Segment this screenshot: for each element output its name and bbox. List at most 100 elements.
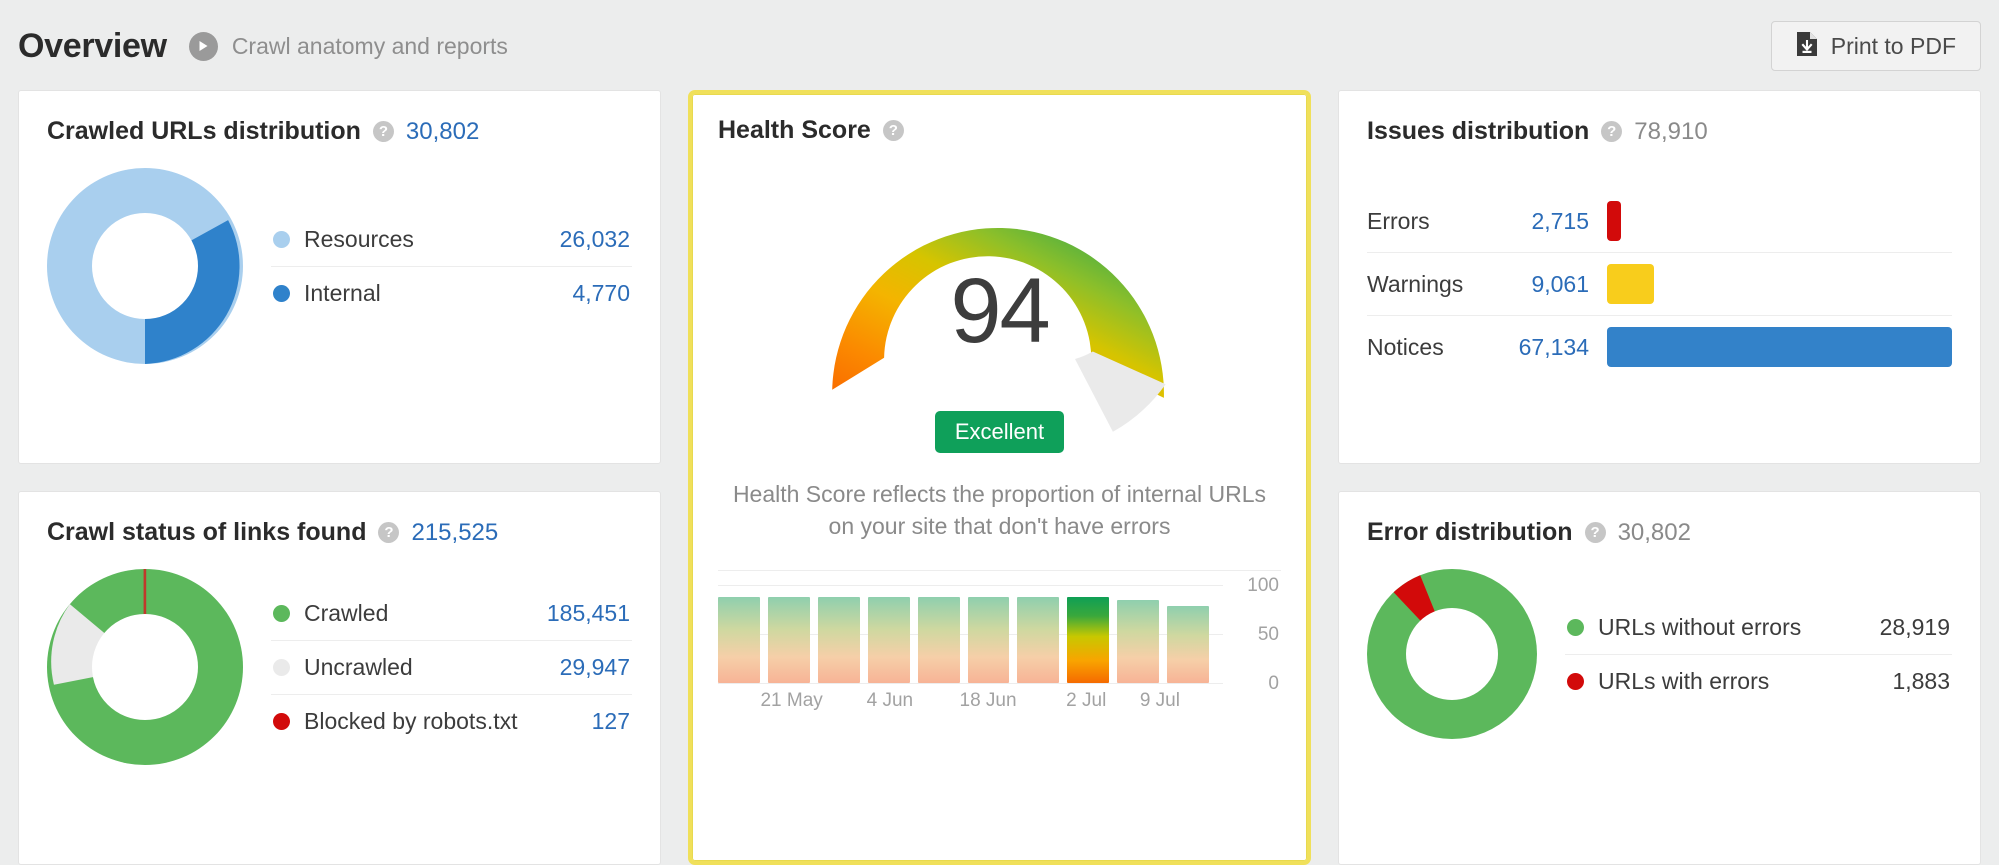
card-error-distribution: Error distribution ? 30,802 URLs wi <box>1338 491 1981 865</box>
legend-item[interactable]: Crawled 185,451 <box>271 587 632 641</box>
print-to-pdf-button[interactable]: Print to PDF <box>1771 21 1981 71</box>
legend-label: Resources <box>304 226 414 253</box>
issue-bar-track <box>1607 264 1952 304</box>
card-header: Health Score ? <box>718 116 1281 145</box>
spark-bar[interactable] <box>718 597 760 683</box>
issue-bar-track <box>1607 327 1952 367</box>
page-header: Overview Crawl anatomy and reports Print… <box>0 0 1999 92</box>
y-tick-50: 50 <box>1258 624 1279 646</box>
spark-bar[interactable] <box>868 597 910 683</box>
issue-value[interactable]: 67,134 <box>1487 334 1607 361</box>
legend-item[interactable]: Internal 4,770 <box>271 267 632 320</box>
play-circle-icon[interactable] <box>189 32 218 61</box>
issue-label: Errors <box>1367 208 1487 235</box>
card-total-value[interactable]: 30,802 <box>406 118 479 146</box>
legend-item[interactable]: URLs without errors 28,919 <box>1565 601 1952 655</box>
issue-value[interactable]: 9,061 <box>1487 271 1607 298</box>
spark-bar[interactable] <box>1017 597 1059 683</box>
issue-bar-track <box>1607 201 1952 241</box>
issue-row[interactable]: Notices 67,134 <box>1367 316 1952 378</box>
legend-color-dot <box>1567 673 1584 690</box>
issue-row[interactable]: Errors 2,715 <box>1367 190 1952 253</box>
health-score-body: 94 Excellent Health Score reflects the p… <box>718 151 1281 720</box>
legend-value[interactable]: 26,032 <box>548 226 630 253</box>
issue-label: Notices <box>1367 334 1487 361</box>
spark-bar[interactable] <box>918 597 960 683</box>
crawl-status-donut-chart <box>47 569 243 765</box>
health-score-gauge: 94 <box>785 169 1215 437</box>
legend-value[interactable]: 185,451 <box>535 600 630 627</box>
legend-value[interactable]: 29,947 <box>548 654 630 681</box>
legend-value[interactable]: 127 <box>580 708 630 735</box>
legend-label: Internal <box>304 280 381 307</box>
issue-bar <box>1607 327 1952 367</box>
y-tick-0: 0 <box>1268 673 1279 695</box>
legend-item[interactable]: URLs with errors 1,883 <box>1565 655 1952 708</box>
card-header: Crawled URLs distribution ? 30,802 <box>47 117 632 146</box>
legend-color-dot <box>273 285 290 302</box>
x-tick-label: 4 Jun <box>867 690 913 712</box>
spark-bar[interactable] <box>818 597 860 683</box>
issues-bar-list: Errors 2,715 Warnings 9,061 Notices 67,1… <box>1367 190 1952 378</box>
card-title: Crawled URLs distribution <box>47 117 361 146</box>
spark-bars <box>718 585 1209 683</box>
donut-and-legend: URLs without errors 28,919 URLs with err… <box>1367 569 1952 739</box>
issue-value[interactable]: 2,715 <box>1487 208 1607 235</box>
card-crawl-status-of-links-found: Crawl status of links found ? 215,525 <box>18 491 661 865</box>
card-header: Error distribution ? 30,802 <box>1367 518 1952 547</box>
issue-bar <box>1607 264 1654 304</box>
crawled-urls-donut-chart <box>47 168 243 364</box>
help-icon[interactable]: ? <box>1585 522 1606 543</box>
legend-value: 28,919 <box>1868 614 1950 641</box>
card-total-value[interactable]: 215,525 <box>411 519 498 547</box>
spark-bar-highlighted[interactable] <box>1067 597 1109 683</box>
card-header: Crawl status of links found ? 215,525 <box>47 518 632 547</box>
legend-label: Blocked by robots.txt <box>304 708 518 735</box>
legend-item[interactable]: Uncrawled 29,947 <box>271 641 632 695</box>
help-icon[interactable]: ? <box>883 120 904 141</box>
donut-hole <box>1406 608 1498 700</box>
card-crawled-urls-distribution: Crawled URLs distribution ? 30,802 <box>18 90 661 464</box>
spark-bar[interactable] <box>1117 600 1159 683</box>
help-icon[interactable]: ? <box>1601 121 1622 142</box>
page-title: Overview <box>18 27 167 66</box>
legend-color-dot <box>1567 619 1584 636</box>
spark-bar[interactable] <box>768 597 810 683</box>
x-tick-label: 21 May <box>760 690 822 712</box>
page-subtitle: Crawl anatomy and reports <box>232 33 508 60</box>
error-distribution-donut-chart <box>1367 569 1537 739</box>
card-total-value: 78,910 <box>1634 118 1707 146</box>
help-icon[interactable]: ? <box>373 121 394 142</box>
card-header: Issues distribution ? 78,910 <box>1367 117 1952 146</box>
x-tick-label: 9 Jul <box>1140 690 1180 712</box>
health-score-value: 94 <box>785 265 1215 357</box>
x-tick-label: 2 Jul <box>1066 690 1106 712</box>
donut-hole <box>92 213 198 319</box>
legend-label: URLs without errors <box>1598 614 1801 641</box>
donut-and-legend: Resources 26,032 Internal 4,770 <box>47 168 632 364</box>
spark-bar[interactable] <box>968 597 1010 683</box>
issue-bar <box>1607 201 1621 241</box>
y-tick-100: 100 <box>1247 575 1279 597</box>
spark-bar[interactable] <box>1167 606 1209 683</box>
card-issues-distribution: Issues distribution ? 78,910 Errors 2,71… <box>1338 90 1981 464</box>
legend-label: Uncrawled <box>304 654 413 681</box>
spark-y-axis: 100 50 0 <box>1215 571 1281 683</box>
health-score-history-chart: 100 50 0 21 May 4 Jun 18 Jun 2 Jul 9 Jul <box>718 570 1281 720</box>
file-download-icon <box>1796 31 1818 62</box>
card-title: Error distribution <box>1367 518 1573 547</box>
legend-item[interactable]: Blocked by robots.txt 127 <box>271 695 632 748</box>
legend-color-dot <box>273 231 290 248</box>
legend-color-dot <box>273 713 290 730</box>
legend-color-dot <box>273 659 290 676</box>
legend-label: Crawled <box>304 600 388 627</box>
x-tick-label: 18 Jun <box>960 690 1017 712</box>
legend-item[interactable]: Resources 26,032 <box>271 213 632 267</box>
card-title: Health Score <box>718 116 871 145</box>
help-icon[interactable]: ? <box>378 522 399 543</box>
overview-page: Overview Crawl anatomy and reports Print… <box>0 0 1999 865</box>
legend: URLs without errors 28,919 URLs with err… <box>1565 601 1952 708</box>
card-title: Crawl status of links found <box>47 518 366 547</box>
legend-value[interactable]: 4,770 <box>560 280 630 307</box>
issue-row[interactable]: Warnings 9,061 <box>1367 253 1952 316</box>
